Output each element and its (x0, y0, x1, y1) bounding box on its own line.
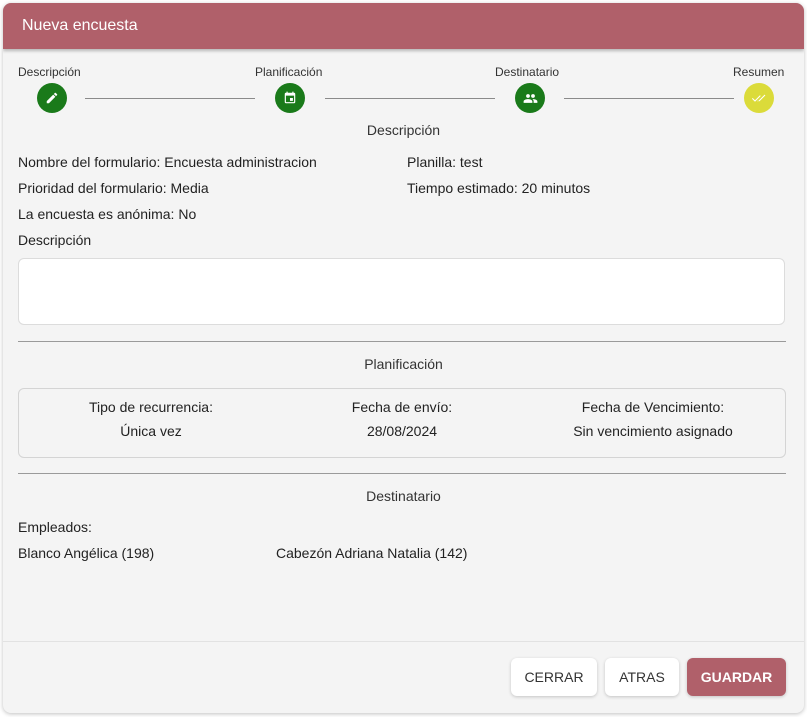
step-label-planificacion: Planificación (255, 65, 323, 79)
template-field: Planilla: test (407, 154, 483, 170)
send-date-value: 28/08/2024 (366, 423, 438, 439)
form-name-field: Nombre del formulario: Encuesta administ… (18, 154, 317, 170)
section-divider (18, 473, 786, 474)
new-survey-dialog: Nueva encuesta Descripción Planificación… (3, 3, 804, 713)
step-resumen[interactable] (744, 83, 774, 113)
estimated-time-field: Tiempo estimado: 20 minutos (407, 180, 591, 196)
step-label-resumen: Resumen (733, 65, 785, 79)
employees-label: Empleados: (18, 519, 92, 535)
step-destinatario[interactable] (515, 83, 545, 113)
recurrence-label: Tipo de recurrencia: (89, 399, 213, 415)
calendar-icon (284, 91, 296, 104)
due-date-label: Fecha de Vencimiento: (581, 399, 725, 415)
step-label-destinatario: Destinatario (495, 65, 560, 79)
anonymous-field: La encuesta es anónima: No (18, 206, 197, 222)
recurrence-column: Tipo de recurrencia: Única vez (31, 399, 271, 439)
close-button[interactable]: CERRAR (511, 658, 597, 696)
due-date-column: Fecha de Vencimiento: Sin vencimiento as… (533, 399, 773, 439)
people-icon (523, 93, 537, 103)
step-connector (564, 98, 734, 99)
priority-field: Prioridad del formulario: Media (18, 180, 209, 196)
step-descripcion[interactable] (37, 83, 67, 113)
pencil-icon (46, 92, 58, 104)
step-connector (325, 98, 495, 99)
back-button[interactable]: ATRAS (605, 658, 679, 696)
employee-item: Blanco Angélica (198) (18, 545, 155, 561)
step-connector (85, 98, 255, 99)
send-date-label: Fecha de envío: (351, 399, 453, 415)
description-label: Descripción (18, 232, 92, 248)
dialog-title: Nueva encuesta (22, 17, 138, 34)
planning-box: Tipo de recurrencia: Única vez Fecha de … (18, 388, 786, 458)
section-title-planificacion: Planificación (364, 356, 443, 372)
section-title-destinatario: Destinatario (366, 488, 441, 504)
double-check-icon (751, 94, 766, 102)
description-box[interactable] (18, 258, 785, 325)
step-label-descripcion: Descripción (18, 65, 81, 79)
step-planificacion[interactable] (275, 83, 305, 113)
dialog-title-bar: Nueva encuesta (3, 3, 804, 49)
employee-item: Cabezón Adriana Natalia (142) (276, 545, 468, 561)
footer-divider (3, 641, 804, 642)
recurrence-value: Única vez (120, 423, 182, 439)
section-title-descripcion: Descripción (366, 122, 441, 138)
save-button[interactable]: GUARDAR (687, 658, 786, 696)
section-divider (18, 341, 786, 342)
send-date-column: Fecha de envío: 28/08/2024 (282, 399, 522, 439)
due-date-value: Sin vencimiento asignado (573, 423, 733, 439)
